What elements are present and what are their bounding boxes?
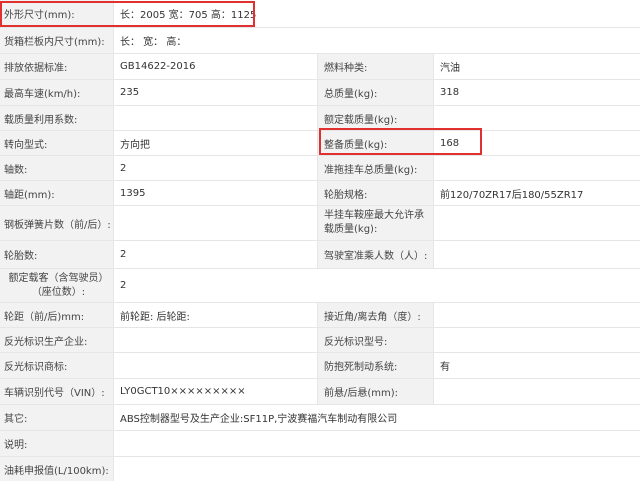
row-value: 前轮距: 后轮距: (113, 303, 317, 327)
row-label: 轴数: (0, 156, 113, 180)
row-value-2 (433, 106, 640, 130)
row-label: 外形尺寸(mm): (0, 0, 113, 27)
table-row: 轴数: 2 准拖挂车总质量(kg): (0, 156, 640, 180)
table-row: 其它: ABS控制器型号及生产企业:SF11P,宁波赛福汽车制动有限公司 (0, 405, 640, 430)
table-row: 油耗申报值(L/100km): (0, 457, 640, 481)
row-value-2 (433, 206, 640, 240)
table-row: 说明: (0, 431, 640, 456)
row-label-2: 防抱死制动系统: (317, 353, 433, 378)
row-label: 最高车速(km/h): (0, 80, 113, 105)
row-value (113, 328, 317, 352)
table-row: 货箱栏板内尺寸(mm): 长： 宽： 高： (0, 28, 640, 53)
row-label-2: 轮胎规格: (317, 181, 433, 205)
table-row: 车辆识别代号（VIN）: LY0GCT10××××××××× 前悬/后悬(mm)… (0, 379, 640, 404)
row-label: 车辆识别代号（VIN）: (0, 379, 113, 404)
row-value-2 (433, 303, 640, 327)
row-label-2: 半挂车鞍座最大允许承载质量(kg): (317, 206, 433, 240)
row-label-2: 反光标识型号: (317, 328, 433, 352)
table-row: 外形尺寸(mm): 长：2005 宽：705 高：1125 (0, 0, 640, 27)
row-value: LY0GCT10××××××××× (113, 379, 317, 404)
table-row: 额定载客（含驾驶员）（座位数）: 2 (0, 269, 640, 302)
row-value: 1395 (113, 181, 317, 205)
row-label: 轮距（前/后)mm: (0, 303, 113, 327)
row-label-2: 额定载质量(kg): (317, 106, 433, 130)
row-value-2: 168 (433, 131, 640, 155)
row-label-2: 接近角/离去角（度）: (317, 303, 433, 327)
row-label: 轮胎数: (0, 241, 113, 268)
row-label: 反光标识生产企业: (0, 328, 113, 352)
row-value: 2 (113, 241, 317, 268)
table-row: 载质量利用系数: 额定载质量(kg): (0, 106, 640, 130)
row-label-2: 准拖挂车总质量(kg): (317, 156, 433, 180)
table-row: 轮距（前/后)mm: 前轮距: 后轮距: 接近角/离去角（度）: (0, 303, 640, 327)
row-value-2: 前120/70ZR17后180/55ZR17 (433, 181, 640, 205)
row-label-2: 驾驶室准乘人数（人）: (317, 241, 433, 268)
row-value-2 (433, 156, 640, 180)
row-value (113, 106, 317, 130)
table-row: 反光标识生产企业: 反光标识型号: (0, 328, 640, 352)
row-label: 载质量利用系数: (0, 106, 113, 130)
table-row: 轮胎数: 2 驾驶室准乘人数（人）: (0, 241, 640, 268)
row-value: 长： 宽： 高： (113, 28, 640, 53)
table-row: 轴距(mm): 1395 轮胎规格: 前120/70ZR17后180/55ZR1… (0, 181, 640, 205)
row-label-2: 总质量(kg): (317, 80, 433, 105)
row-value-2: 318 (433, 80, 640, 105)
row-label: 额定载客（含驾驶员）（座位数）: (0, 269, 113, 302)
row-value (113, 431, 640, 456)
row-value-2: 汽油 (433, 54, 640, 79)
row-value (113, 457, 640, 481)
row-value-2: 有 (433, 353, 640, 378)
row-label: 其它: (0, 405, 113, 430)
row-label: 油耗申报值(L/100km): (0, 457, 113, 481)
row-value: 2 (113, 269, 640, 302)
row-value: 2 (113, 156, 317, 180)
row-label: 货箱栏板内尺寸(mm): (0, 28, 113, 53)
row-label-2: 整备质量(kg): (317, 131, 433, 155)
row-label-2: 前悬/后悬(mm): (317, 379, 433, 404)
table-row: 最高车速(km/h): 235 总质量(kg): 318 (0, 80, 640, 105)
table-row: 钢板弹簧片数（前/后）: 半挂车鞍座最大允许承载质量(kg): (0, 206, 640, 240)
table-row: 转向型式: 方向把 整备质量(kg): 168 (0, 131, 640, 155)
row-value-2 (433, 379, 640, 404)
row-value: 方向把 (113, 131, 317, 155)
row-label: 转向型式: (0, 131, 113, 155)
row-label-2: 燃料种类: (317, 54, 433, 79)
row-value (113, 353, 317, 378)
row-label: 排放依据标准: (0, 54, 113, 79)
row-label: 钢板弹簧片数（前/后）: (0, 206, 113, 240)
row-value: ABS控制器型号及生产企业:SF11P,宁波赛福汽车制动有限公司 (113, 405, 640, 430)
row-label: 说明: (0, 431, 113, 456)
table-row: 排放依据标准: GB14622-2016 燃料种类: 汽油 (0, 54, 640, 79)
row-value-2 (433, 241, 640, 268)
row-value: GB14622-2016 (113, 54, 317, 79)
table-row: 反光标识商标: 防抱死制动系统: 有 (0, 353, 640, 378)
row-value (113, 206, 317, 240)
row-value-2 (433, 328, 640, 352)
row-value: 长：2005 宽：705 高：1125 (113, 0, 640, 27)
row-value: 235 (113, 80, 317, 105)
row-label: 轴距(mm): (0, 181, 113, 205)
row-label: 反光标识商标: (0, 353, 113, 378)
